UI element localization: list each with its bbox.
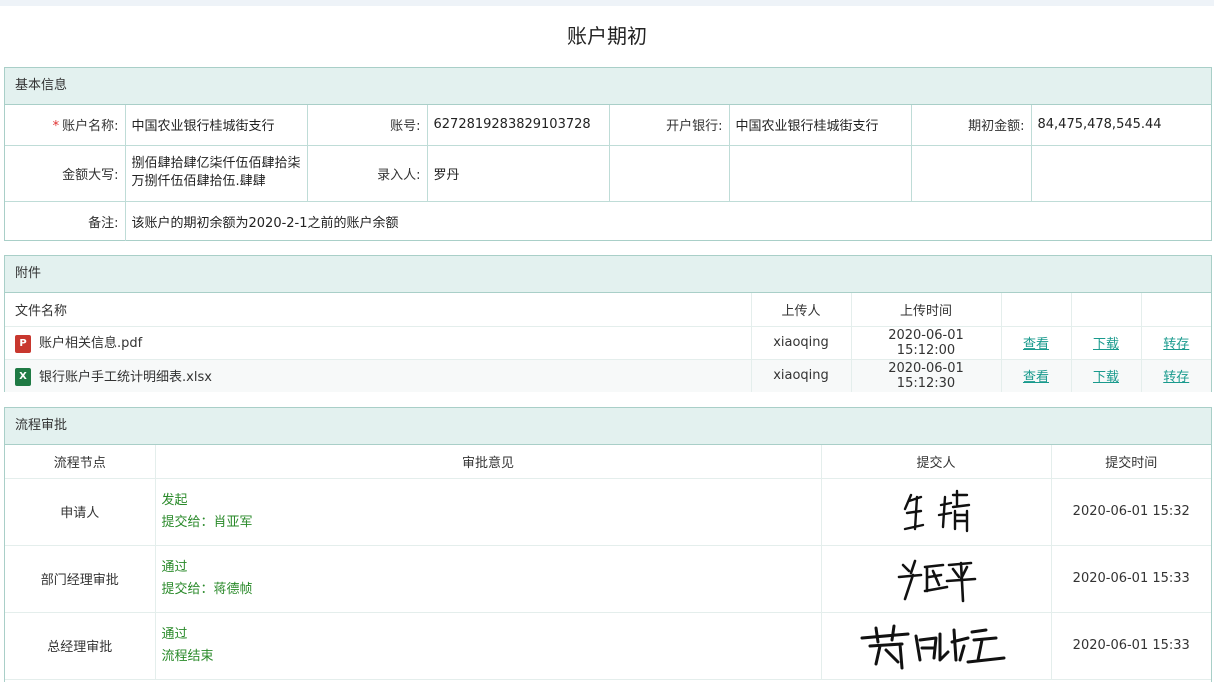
file-name: 银行账户手工统计明细表.xlsx xyxy=(39,369,212,385)
account-no-value: 6272819283829103728 xyxy=(427,105,610,146)
attachments-panel: 附件 文件名称 上传人 上传时间 P 账户相关信息.pdf xiaoqing 20… xyxy=(4,255,1212,392)
submit-time: 2020-06-01 15:32 xyxy=(1050,478,1211,546)
col-upload-time: 上传时间 xyxy=(850,293,1001,327)
next-step-text: 流程结束 xyxy=(161,648,214,664)
remark-label: 备注: xyxy=(5,201,126,241)
workflow-row: 部门经理审批 通过 提交给：蒋德帧 2020-06-01 15:33 xyxy=(5,545,1211,613)
opinion-text: 通过 xyxy=(161,559,188,575)
col-transfer xyxy=(1140,293,1211,327)
col-opinion: 审批意见 xyxy=(154,445,821,479)
col-view xyxy=(1000,293,1071,327)
node-name: 总经理审批 xyxy=(5,612,155,680)
view-link[interactable]: 查看 xyxy=(1023,337,1049,352)
basic-info-header: 基本信息 xyxy=(5,68,1211,105)
amount-label: 期初金额: xyxy=(911,105,1032,146)
transfer-link[interactable]: 转存 xyxy=(1163,337,1189,352)
opinion-text: 通过 xyxy=(161,626,188,642)
col-node: 流程节点 xyxy=(5,445,155,479)
file-uploader: xiaoqing xyxy=(750,326,851,360)
col-submitter: 提交人 xyxy=(820,445,1051,479)
bank-value: 中国农业银行桂城街支行 xyxy=(729,105,912,146)
excel-file-icon: X xyxy=(15,368,31,386)
amount-value: 84,475,478,545.44 xyxy=(1031,105,1211,146)
file-name: 账户相关信息.pdf xyxy=(39,336,143,352)
workflow-table: 流程节点 审批意见 提交人 提交时间 申请人 发起 提交给：肖亚军 2020-0… xyxy=(5,445,1211,680)
download-link[interactable]: 下载 xyxy=(1093,370,1119,385)
signature xyxy=(820,612,1051,680)
signature xyxy=(820,478,1051,546)
workflow-header: 流程审批 xyxy=(5,408,1211,445)
col-uploader: 上传人 xyxy=(750,293,851,327)
empty-cell xyxy=(729,145,912,202)
basic-info-table: * 账户名称: 中国农业银行桂城街支行 账号: 62728192838291037… xyxy=(5,105,1211,241)
handwritten-signature-image xyxy=(903,489,971,532)
opinion-text: 发起 xyxy=(161,492,188,508)
entered-by-value: 罗丹 xyxy=(427,145,610,202)
workflow-row: 申请人 发起 提交给：肖亚军 2020-06-01 15:32 xyxy=(5,478,1211,546)
file-uploader: xiaoqing xyxy=(750,359,851,392)
bank-label: 开户银行: xyxy=(609,105,730,146)
workflow-panel: 流程审批 流程节点 审批意见 提交人 提交时间 申请人 发起 提交给：肖亚军 2… xyxy=(4,407,1212,682)
col-download xyxy=(1070,293,1141,327)
account-name-value: 中国农业银行桂城街支行 xyxy=(125,105,308,146)
page-title: 账户期初 xyxy=(567,24,647,48)
empty-cell xyxy=(911,145,1032,202)
view-link[interactable]: 查看 xyxy=(1023,370,1049,385)
amount-upper-label: 金额大写: xyxy=(5,145,126,202)
account-no-label: 账号: xyxy=(307,105,428,146)
transfer-link[interactable]: 转存 xyxy=(1163,370,1189,385)
entered-by-label: 录入人: xyxy=(307,145,428,202)
file-row: X 银行账户手工统计明细表.xlsx xiaoqing 2020-06-01 15… xyxy=(5,359,1211,392)
file-row: P 账户相关信息.pdf xiaoqing 2020-06-01 15:12:00… xyxy=(5,326,1211,360)
node-name: 申请人 xyxy=(5,478,155,546)
col-submit-time: 提交时间 xyxy=(1050,445,1211,479)
file-upload-time: 2020-06-01 15:12:00 xyxy=(850,326,1001,360)
amount-upper-value: 捌佰肆拾肆亿柒仟伍佰肆拾柒万捌仟伍佰肆拾伍.肆肆 xyxy=(125,145,308,202)
download-link[interactable]: 下载 xyxy=(1093,337,1119,352)
empty-cell xyxy=(1031,145,1211,202)
required-mark: * xyxy=(52,119,60,135)
pdf-file-icon: P xyxy=(15,334,31,353)
basic-info-panel: 基本信息 * 账户名称: 中国农业银行桂城街支行 账号: 627281928382… xyxy=(4,67,1212,241)
col-filename: 文件名称 xyxy=(5,293,751,327)
node-name: 部门经理审批 xyxy=(5,545,155,613)
next-step-text: 提交给：肖亚军 xyxy=(161,514,253,530)
submit-time: 2020-06-01 15:33 xyxy=(1050,612,1211,680)
handwritten-signature-image xyxy=(860,624,1006,670)
top-strip xyxy=(0,0,1214,6)
handwritten-signature-image xyxy=(897,559,977,603)
empty-cell xyxy=(609,145,730,202)
signature xyxy=(820,545,1051,613)
attachments-table: 文件名称 上传人 上传时间 P 账户相关信息.pdf xiaoqing 2020-… xyxy=(5,293,1211,392)
next-step-text: 提交给：蒋德帧 xyxy=(161,581,253,597)
account-name-label: * 账户名称: xyxy=(5,105,126,146)
attachments-header: 附件 xyxy=(5,256,1211,293)
file-upload-time: 2020-06-01 15:12:30 xyxy=(850,359,1001,392)
remark-value: 该账户的期初余额为2020-2-1之前的账户余额 xyxy=(131,215,399,231)
workflow-row: 总经理审批 通过 流程结束 2020-06-01 15:33 xyxy=(5,612,1211,680)
submit-time: 2020-06-01 15:33 xyxy=(1050,545,1211,613)
